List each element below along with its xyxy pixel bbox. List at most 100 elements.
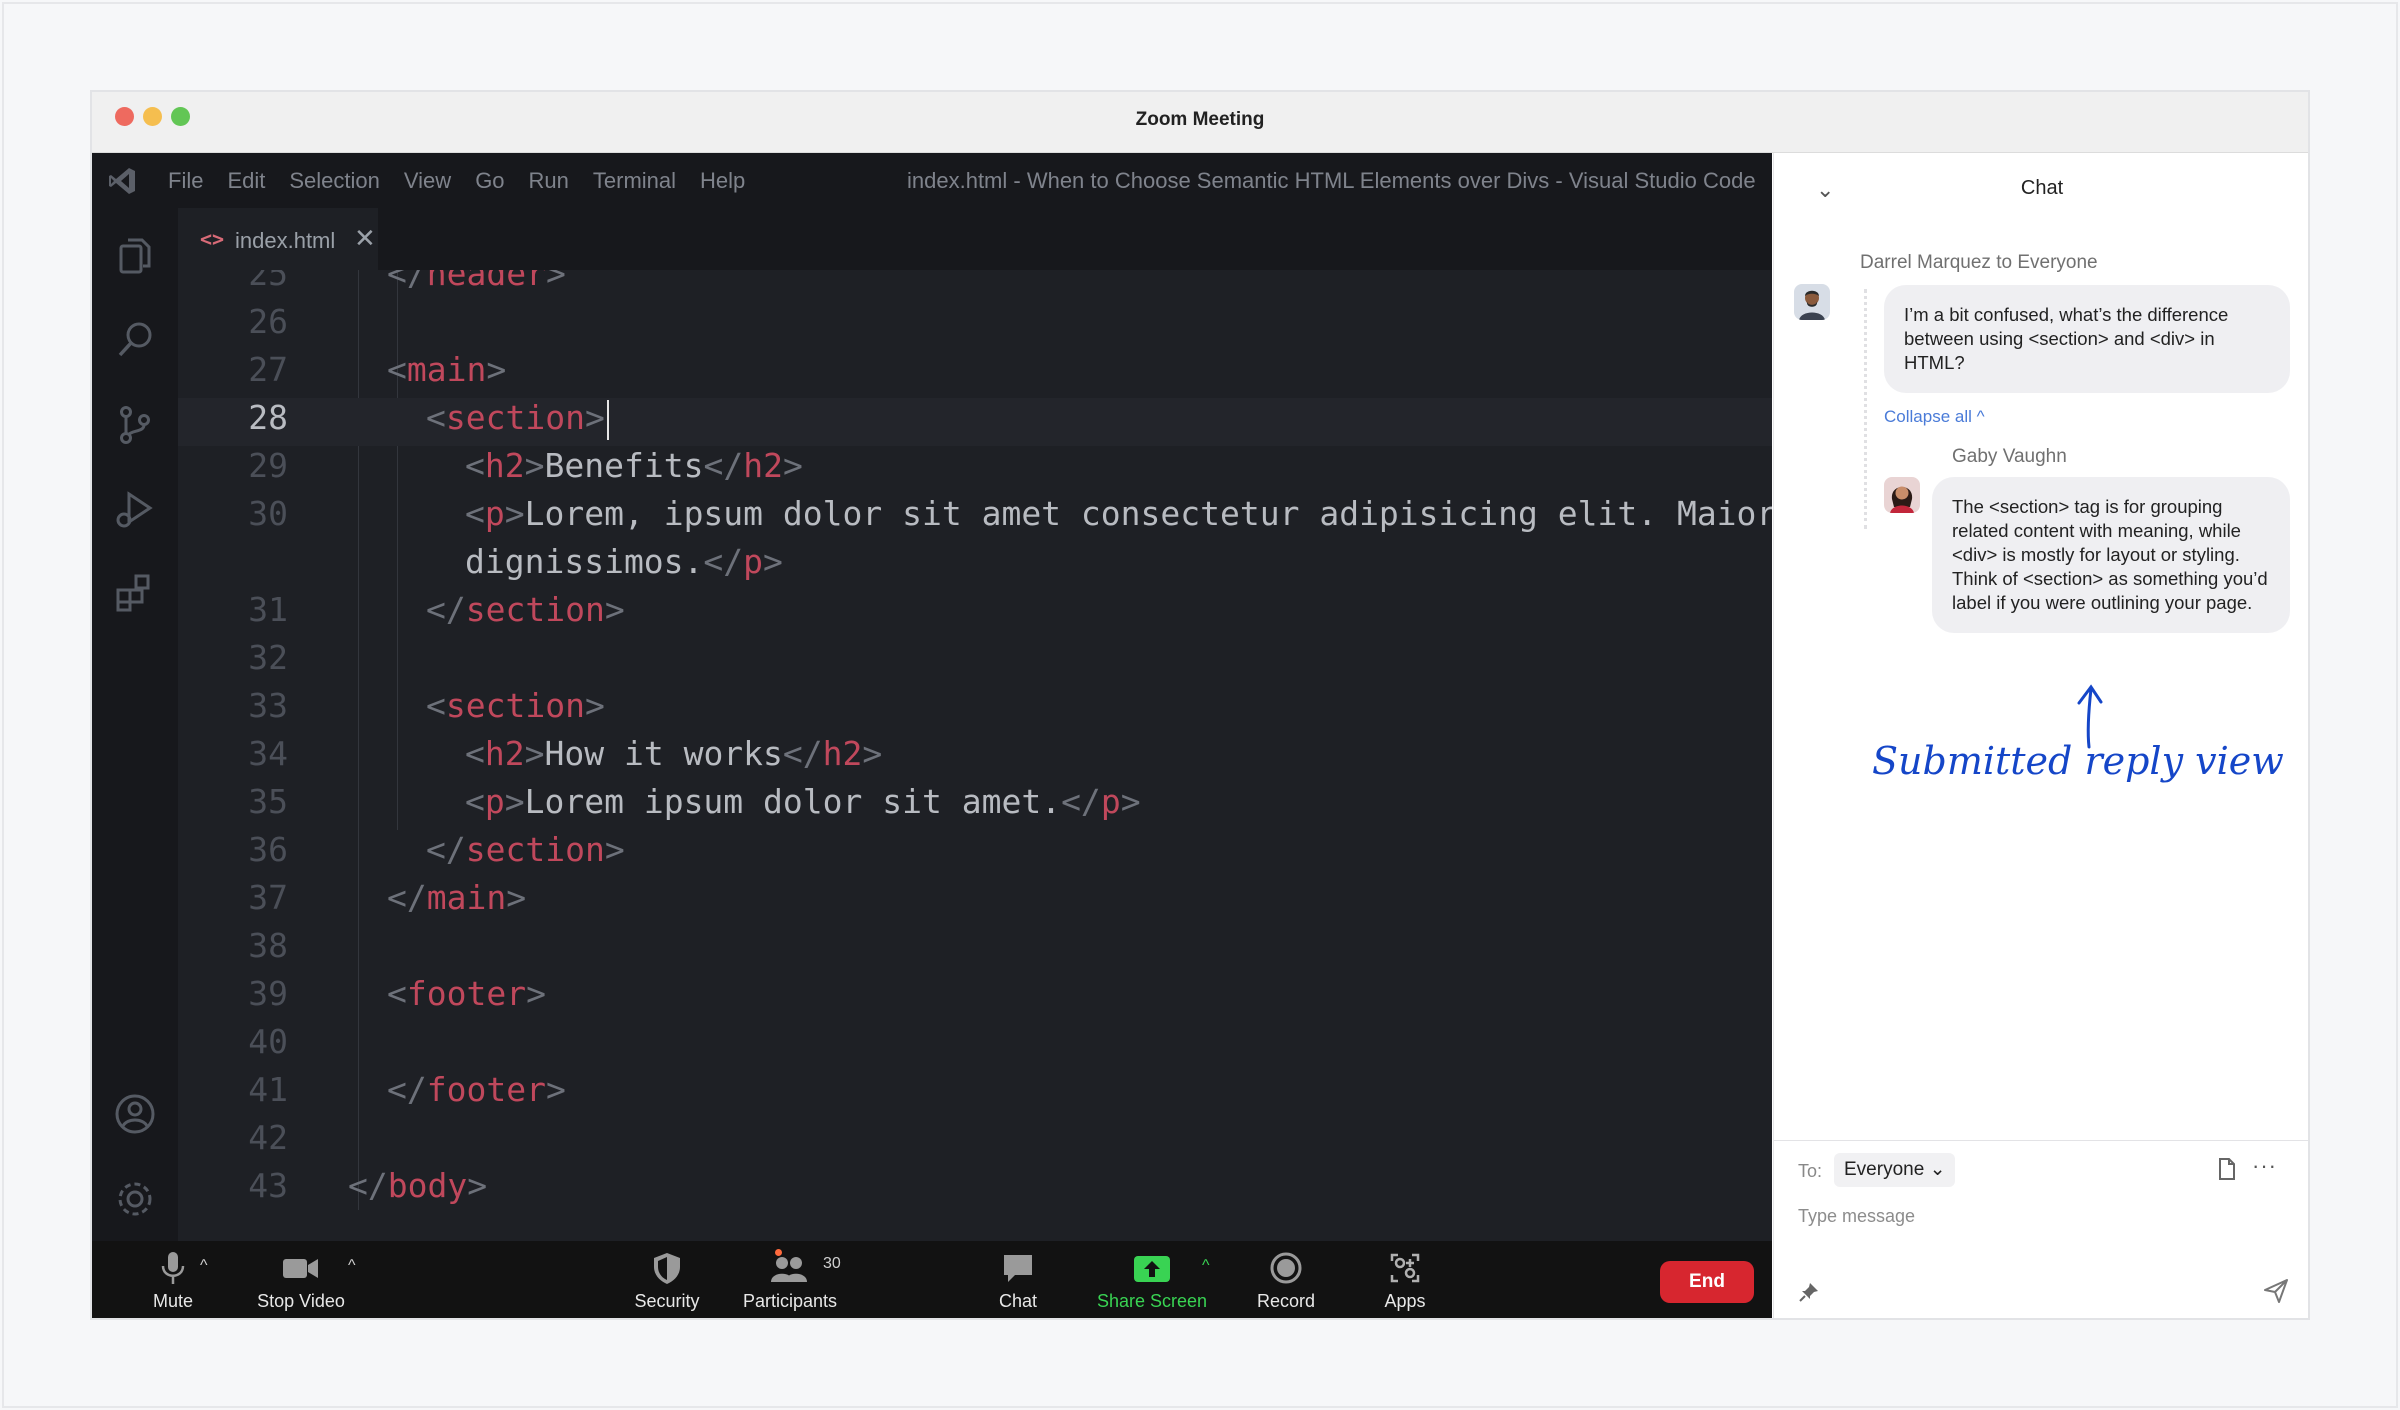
code-text: <p>Lorem ipsum dolor sit amet.</p> — [465, 782, 1141, 821]
pin-icon[interactable] — [1798, 1281, 1820, 1308]
menu-item-run[interactable]: Run — [529, 168, 569, 194]
chevron-up-icon: ^ — [1976, 407, 1985, 426]
message-input[interactable] — [1798, 1201, 2278, 1231]
code-line[interactable]: 33 <section> — [178, 686, 1772, 734]
code-line[interactable]: 30 <p>Lorem, ipsum dolor sit amet consect… — [178, 494, 1772, 542]
code-line[interactable]: 37 </main> — [178, 878, 1772, 926]
code-token: </ — [426, 830, 466, 869]
code-line[interactable]: 34 <h2>How it works</h2> — [178, 734, 1772, 782]
tab-index-html[interactable]: <> index.html ✕ — [178, 208, 378, 270]
share-options-chevron-icon[interactable]: ^ — [1202, 1257, 1210, 1275]
settings-icon[interactable] — [112, 1176, 158, 1222]
code-token: > — [604, 830, 625, 869]
more-options-icon[interactable]: ··· — [2252, 1153, 2277, 1179]
code-text: <h2>How it works</h2> — [465, 734, 882, 773]
code-token: > — [584, 686, 605, 725]
apps-label: Apps — [1384, 1291, 1426, 1311]
share-screen-label: Share Screen — [1096, 1291, 1208, 1311]
extensions-icon[interactable] — [112, 570, 158, 616]
menu-item-selection[interactable]: Selection — [289, 168, 380, 194]
code-line[interactable]: 36 </section> — [178, 830, 1772, 878]
recipient-select[interactable]: Everyone ⌄ — [1834, 1153, 1956, 1187]
apps-button[interactable]: Apps — [1362, 1251, 1448, 1312]
code-text: <h2>Benefits</h2> — [465, 446, 803, 485]
code-token: > — [584, 398, 605, 437]
zoom-toolbar: Mute ^ Stop Video ^ Security Participant… — [92, 1241, 1772, 1318]
code-editor[interactable]: 25 </header> 26 27 <main> 28 <section> 29 <h2>Be… — [178, 270, 1772, 1241]
code-token: p — [743, 542, 764, 581]
code-token: </ — [387, 878, 427, 917]
code-token: < — [426, 398, 446, 437]
code-token: body — [387, 1166, 468, 1205]
stop-video-button[interactable]: Stop Video — [246, 1251, 356, 1312]
line-number: 32 — [248, 638, 288, 677]
code-line[interactable]: 43 </body> — [178, 1166, 1772, 1214]
security-button[interactable]: Security — [622, 1251, 712, 1312]
avatar-darrel — [1794, 284, 1830, 320]
share-screen-button[interactable]: Share Screen — [1082, 1251, 1222, 1312]
menu-item-go[interactable]: Go — [475, 168, 504, 194]
code-token: main — [406, 350, 487, 389]
code-line[interactable]: 42 — [178, 1118, 1772, 1166]
code-token: > — [545, 1070, 566, 1109]
audio-options-chevron-icon[interactable]: ^ — [200, 1257, 208, 1275]
code-token: < — [465, 734, 485, 773]
files-icon[interactable] — [112, 232, 158, 278]
chat-bubble-icon — [968, 1251, 1068, 1285]
code-line[interactable]: 32 — [178, 638, 1772, 686]
code-line[interactable]: 25 </header> — [178, 270, 1772, 302]
code-token: section — [465, 590, 605, 629]
code-line[interactable]: 31 </section> — [178, 590, 1772, 638]
chat-button[interactable]: Chat — [968, 1251, 1068, 1312]
record-button[interactable]: Record — [1242, 1251, 1330, 1312]
code-token: > — [782, 446, 803, 485]
code-line[interactable]: 27 <main> — [178, 350, 1772, 398]
code-token: p — [484, 494, 505, 533]
code-line[interactable]: 41 </footer> — [178, 1070, 1772, 1118]
collapse-all-link[interactable]: Collapse all ^ — [1884, 407, 1985, 427]
source-control-icon[interactable] — [112, 402, 158, 448]
menu-item-edit[interactable]: Edit — [227, 168, 265, 194]
video-options-chevron-icon[interactable]: ^ — [348, 1257, 356, 1275]
code-token: How it works — [544, 734, 783, 773]
window-title: Zoom Meeting — [1135, 109, 1265, 130]
code-token: > — [1120, 782, 1141, 821]
code-text: dignissimos.</p> — [465, 542, 783, 581]
record-label: Record — [1256, 1291, 1316, 1311]
code-token: </ — [703, 542, 744, 581]
code-line[interactable]: 29 <h2>Benefits</h2> — [178, 446, 1772, 494]
menu-item-help[interactable]: Help — [700, 168, 745, 194]
line-number: 34 — [248, 734, 288, 773]
line-number: 40 — [248, 1022, 288, 1061]
menu-item-file[interactable]: File — [168, 168, 203, 194]
run-debug-icon[interactable] — [112, 486, 158, 532]
code-line[interactable]: 39 <footer> — [178, 974, 1772, 1022]
code-token: h2 — [822, 734, 863, 773]
file-icon[interactable] — [2216, 1157, 2238, 1186]
menu-item-view[interactable]: View — [404, 168, 451, 194]
close-tab-icon[interactable]: ✕ — [354, 223, 376, 254]
code-line[interactable]: 35 <p>Lorem ipsum dolor sit amet.</p> — [178, 782, 1772, 830]
menu-item-terminal[interactable]: Terminal — [593, 168, 676, 194]
line-number: 29 — [248, 446, 288, 485]
code-token: </ — [703, 446, 744, 485]
end-meeting-button[interactable]: End — [1660, 1261, 1754, 1303]
send-icon[interactable] — [2262, 1277, 2290, 1310]
search-icon[interactable] — [112, 316, 158, 362]
record-icon — [1242, 1251, 1330, 1285]
code-line[interactable]: 26 — [178, 302, 1772, 350]
code-token: </ — [387, 270, 427, 293]
code-line[interactable]: 40 — [178, 1022, 1772, 1070]
video-camera-icon — [246, 1251, 356, 1285]
shield-icon — [622, 1251, 712, 1285]
code-text: </body> — [348, 1166, 487, 1205]
recipient-value: Everyone — [1844, 1159, 1925, 1180]
code-line[interactable]: 28 <section> — [178, 398, 1772, 446]
zoom-window: Zoom Meeting File Edit Selection View Go Run T… — [90, 90, 2310, 1320]
code-token: > — [604, 590, 625, 629]
code-line[interactable]: 38 — [178, 926, 1772, 974]
security-label: Security — [634, 1291, 700, 1311]
thread-line — [1864, 289, 1867, 529]
code-line[interactable]: dignissimos.</p> — [178, 542, 1772, 590]
account-icon[interactable] — [112, 1091, 158, 1137]
